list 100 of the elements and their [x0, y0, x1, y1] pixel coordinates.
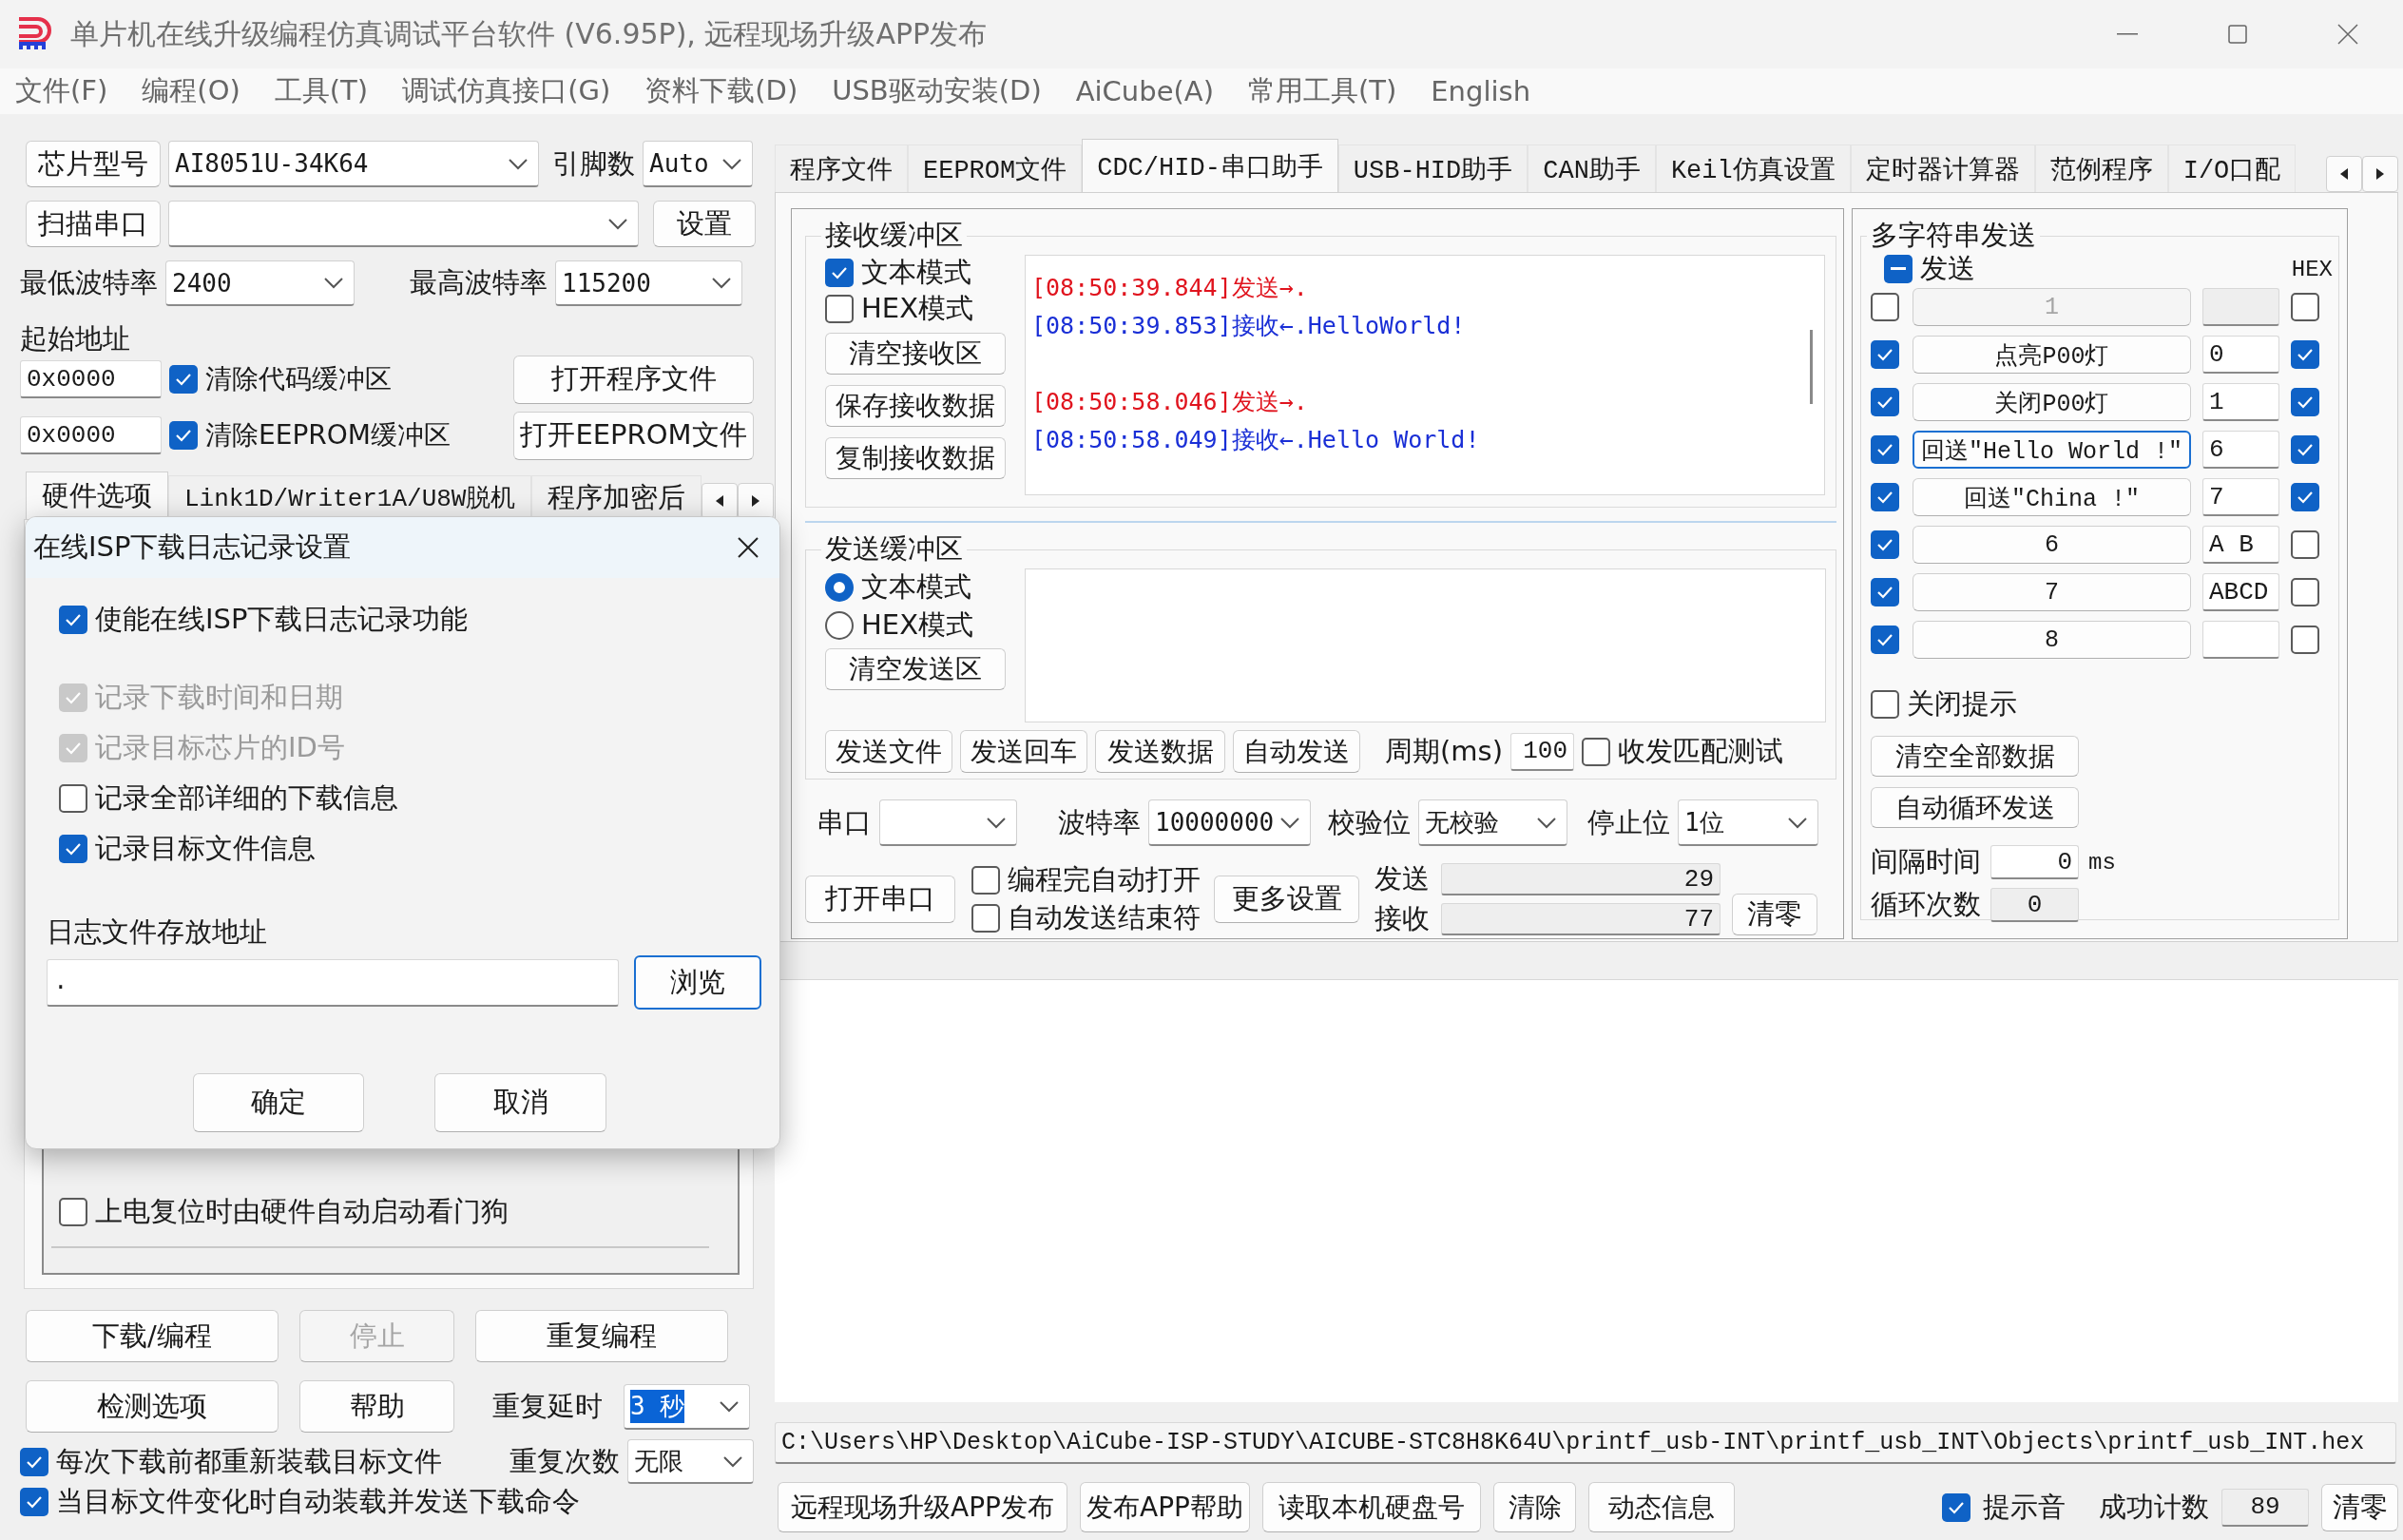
dropdown[interactable]: 10000000: [1148, 799, 1311, 846]
dropdown[interactable]: 1位: [1678, 799, 1818, 846]
reset-button[interactable]: 清零: [1732, 894, 1817, 935]
checkbox[interactable]: [971, 866, 1000, 895]
checkbox[interactable]: [1871, 388, 1899, 416]
checkbox[interactable]: [1582, 737, 1610, 766]
data-field[interactable]: 0: [2202, 336, 2279, 374]
checkbox[interactable]: [1871, 435, 1899, 464]
dropdown[interactable]: Auto: [643, 141, 753, 187]
checkbox[interactable]: [2291, 626, 2319, 654]
data-field[interactable]: 7: [2202, 478, 2279, 516]
tab[interactable]: 定时器计算器: [1850, 144, 2035, 192]
interval-field[interactable]: 0: [1990, 845, 2079, 879]
toolbar-button[interactable]: 远程现场升级APP发布: [778, 1482, 1067, 1532]
tab[interactable]: 程序加密后: [531, 475, 702, 519]
counter-field[interactable]: 29: [1441, 863, 1721, 895]
tab[interactable]: 范例程序: [2034, 144, 2168, 192]
dropdown[interactable]: [879, 799, 1017, 846]
toolbar-button[interactable]: 清除: [1493, 1482, 1576, 1532]
receive-button[interactable]: 保存接收数据: [825, 385, 1006, 427]
ok-button[interactable]: 确定: [193, 1073, 364, 1132]
checkbox[interactable]: [1942, 1492, 1970, 1522]
dropdown[interactable]: [168, 201, 639, 247]
scrollbar-thumb[interactable]: [1810, 330, 1813, 404]
scan-port-button[interactable]: 扫描串口: [26, 201, 161, 247]
action-button[interactable]: 帮助: [299, 1380, 454, 1433]
counter-field[interactable]: 77: [1441, 903, 1721, 935]
dropdown[interactable]: 3 秒: [624, 1383, 750, 1430]
checkbox[interactable]: [1871, 690, 1899, 719]
dropdown[interactable]: 无限: [627, 1439, 754, 1484]
open-file-button[interactable]: 打开程序文件: [513, 355, 754, 404]
send-button[interactable]: 发送文件: [825, 730, 952, 773]
menu-item[interactable]: 工具(T): [274, 72, 369, 110]
checkbox[interactable]: [169, 365, 198, 394]
string-send-button[interactable]: 6: [1913, 526, 2191, 564]
open-file-button[interactable]: 打开EEPROM文件: [513, 411, 754, 460]
checkbox[interactable]: [2291, 435, 2319, 464]
checkbox[interactable]: [1871, 626, 1899, 654]
checkbox[interactable]: [825, 295, 854, 323]
clear-all-button[interactable]: 清空全部数据: [1871, 736, 2079, 777]
menu-item[interactable]: 文件(F): [15, 72, 108, 110]
settings-button[interactable]: 设置: [653, 201, 756, 247]
log-path-field[interactable]: .: [47, 958, 619, 1007]
menu-item[interactable]: AiCube(A): [1075, 75, 1214, 107]
dropdown[interactable]: AI8051U-34K64: [168, 141, 539, 187]
checkbox[interactable]: [1871, 483, 1899, 511]
menu-item[interactable]: USB驱动安装(D): [832, 72, 1042, 110]
checkbox[interactable]: [2291, 340, 2319, 369]
open-port-button[interactable]: 打开串口: [805, 876, 955, 923]
action-button[interactable]: 重复编程: [475, 1310, 728, 1362]
cancel-button[interactable]: 取消: [434, 1073, 606, 1132]
send-button[interactable]: 发送回车: [960, 730, 1087, 773]
string-send-button[interactable]: 关闭P00灯: [1913, 383, 2191, 421]
menu-item[interactable]: 调试仿真接口(G): [402, 72, 611, 110]
checkbox[interactable]: [59, 835, 87, 863]
scroll-left-button[interactable]: [2326, 156, 2362, 192]
menu-item[interactable]: 编程(O): [142, 72, 240, 110]
checkbox[interactable]: [971, 904, 1000, 933]
scroll-right-button[interactable]: [2362, 156, 2398, 192]
checkbox[interactable]: [2291, 578, 2319, 606]
auto-loop-button[interactable]: 自动循环发送: [1871, 787, 2079, 828]
send-button[interactable]: 自动发送: [1233, 730, 1360, 773]
checkbox[interactable]: [2291, 530, 2319, 559]
string-send-button[interactable]: 7: [1913, 573, 2191, 611]
radio-button[interactable]: [825, 611, 854, 640]
reset-button[interactable]: 清零: [2321, 1483, 2398, 1531]
data-field[interactable]: 6: [2202, 431, 2279, 469]
dropdown[interactable]: 无校验: [1418, 799, 1567, 846]
tab[interactable]: USB-HID助手: [1337, 144, 1528, 192]
data-field[interactable]: A B: [2202, 526, 2279, 564]
checkbox[interactable]: [2291, 483, 2319, 511]
tab[interactable]: Link1D/Writer1A/U8W脱机: [168, 475, 532, 519]
checkbox[interactable]: [59, 606, 87, 634]
action-button[interactable]: 下载/编程: [26, 1310, 279, 1362]
checkbox[interactable]: [1871, 530, 1899, 559]
string-send-button[interactable]: 8: [1913, 621, 2191, 659]
checkbox[interactable]: [1884, 255, 1913, 283]
tab[interactable]: I/O口配: [2167, 144, 2297, 192]
success-count-field[interactable]: 89: [2221, 1488, 2309, 1527]
scroll-left-button[interactable]: [702, 483, 739, 519]
period-field[interactable]: 100: [1510, 732, 1574, 771]
dropdown[interactable]: 115200: [555, 260, 742, 306]
checkbox[interactable]: [169, 421, 198, 450]
string-send-button[interactable]: 回送"China !": [1913, 478, 2191, 516]
send-button[interactable]: 发送数据: [1095, 730, 1225, 773]
tab[interactable]: Keil仿真设置: [1655, 144, 1851, 192]
checkbox[interactable]: [1871, 578, 1899, 606]
tab[interactable]: CAN助手: [1528, 144, 1656, 192]
receive-button[interactable]: 清空接收区: [825, 333, 1006, 375]
menu-item[interactable]: English: [1431, 75, 1530, 107]
tab[interactable]: 程序文件: [775, 144, 908, 192]
receive-button[interactable]: 复制接收数据: [825, 437, 1006, 479]
clear-send-button[interactable]: 清空发送区: [825, 648, 1006, 690]
menu-item[interactable]: 常用工具(T): [1247, 72, 1397, 110]
toolbar-button[interactable]: 读取本机硬盘号: [1262, 1482, 1481, 1532]
data-field[interactable]: [2202, 621, 2279, 659]
data-field[interactable]: 1: [2202, 383, 2279, 421]
tab[interactable]: 硬件选项: [26, 472, 168, 519]
data-field[interactable]: [2202, 288, 2279, 326]
address-field[interactable]: 0x0000: [20, 416, 162, 454]
